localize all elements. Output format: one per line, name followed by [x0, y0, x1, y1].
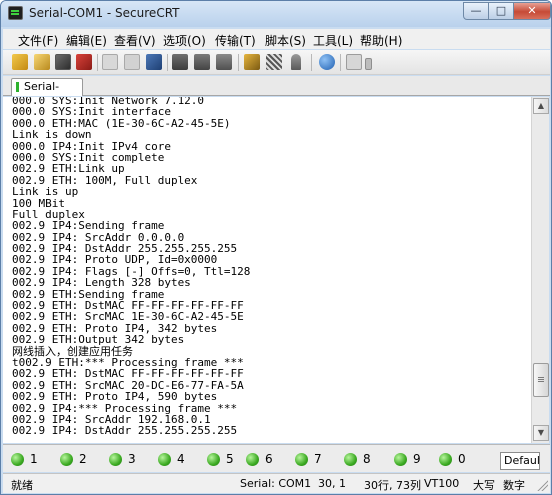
- terminal-line: 002.9 ETH:Output 342 bytes: [12, 333, 185, 347]
- connection-status-icon: [16, 82, 19, 92]
- green-led-icon: [11, 453, 24, 466]
- green-led-icon: [158, 453, 171, 466]
- status-rows-cols: 30行, 73列: [364, 479, 421, 492]
- green-led-icon: [295, 453, 308, 466]
- print-icon[interactable]: [172, 54, 188, 70]
- green-led-icon: [439, 453, 452, 466]
- find-icon[interactable]: [146, 54, 162, 70]
- green-led-icon: [207, 453, 220, 466]
- green-led-icon: [344, 453, 357, 466]
- status-bar: 就绪 Serial: COM1 30, 1 30行, 73列 VT100 大写 …: [3, 473, 550, 493]
- button-bar-dropdown[interactable]: Default: [500, 452, 540, 470]
- green-led-icon: [394, 453, 407, 466]
- paste-icon[interactable]: [124, 54, 140, 70]
- connect-icon[interactable]: [12, 54, 28, 70]
- toolbar-separator: [167, 54, 168, 71]
- minimize-button[interactable]: —: [463, 2, 489, 20]
- more-icon[interactable]: [346, 54, 362, 70]
- disconnect-icon[interactable]: [76, 54, 92, 70]
- menu-help[interactable]: 帮助(H): [360, 32, 402, 49]
- toolbar-separator: [97, 54, 98, 71]
- menu-options[interactable]: 选项(O): [163, 32, 206, 49]
- resize-grip-icon[interactable]: [536, 479, 548, 491]
- terminal-line: 002.9 IP4: DstAddr 255.255.255.255: [12, 424, 238, 438]
- menu-script[interactable]: 脚本(S): [265, 32, 306, 49]
- tab-serial-com1[interactable]: Serial-COM1: [11, 78, 83, 109]
- terminal-line: Link is down: [12, 128, 92, 142]
- scroll-thumb[interactable]: [533, 363, 549, 397]
- window-title: Serial-COM1 - SecureCRT: [29, 6, 180, 20]
- status-connection: Serial: COM1: [240, 477, 312, 490]
- copy-icon[interactable]: [102, 54, 118, 70]
- menu-file[interactable]: 文件(F): [18, 32, 58, 49]
- status-caps-lock: 大写: [473, 479, 495, 492]
- print-selection-icon[interactable]: [216, 54, 232, 70]
- securecrt-app-icon[interactable]: [8, 6, 23, 20]
- connect-in-tab-icon[interactable]: [55, 54, 71, 70]
- session-options-icon[interactable]: [244, 54, 260, 70]
- menu-transfer[interactable]: 传输(T): [215, 32, 256, 49]
- vertical-scrollbar[interactable]: ▲ ▼: [531, 97, 549, 443]
- scroll-up-icon[interactable]: ▲: [533, 98, 549, 114]
- close-button[interactable]: ✕: [513, 2, 551, 20]
- toolbar-overflow-icon[interactable]: [365, 58, 372, 70]
- green-led-icon: [246, 453, 259, 466]
- title-bar[interactable]: Serial-COM1 - SecureCRT — □ ✕: [1, 1, 551, 27]
- status-terminal-type: VT100: [424, 477, 460, 490]
- status-num-lock: 数字: [503, 479, 525, 492]
- terminal-line: 002.9 IP4:Sending frame: [12, 219, 165, 233]
- session-tab-strip: Serial-COM1: [3, 76, 550, 109]
- terminal-line: Link is up: [12, 185, 79, 199]
- menu-tools[interactable]: 工具(L): [313, 32, 353, 49]
- menu-edit[interactable]: 编辑(E): [66, 32, 107, 49]
- securecrt-window: Serial-COM1 - SecureCRT — □ ✕ 文件(F) 编辑(E…: [0, 0, 552, 495]
- terminal-lines: 000.0 SYS:Init Network 7.12.0 000.0 SYS:I…: [3, 97, 250, 437]
- sftp-icon[interactable]: [291, 54, 301, 70]
- print-setup-icon[interactable]: [194, 54, 210, 70]
- green-led-icon: [109, 453, 122, 466]
- toolbar-separator: [340, 54, 341, 71]
- keymap-icon[interactable]: [266, 54, 282, 70]
- terminal-line: 002.9 ETH: Proto IP4, 590 bytes: [12, 390, 218, 404]
- status-ready: 就绪: [11, 479, 33, 492]
- status-cursor-position: 30, 1: [318, 477, 346, 490]
- help-icon[interactable]: [319, 54, 335, 70]
- menu-bar: 文件(F) 编辑(E) 查看(V) 选项(O) 传输(T) 脚本(S) 工具(L…: [3, 29, 550, 49]
- toolbar: [3, 50, 550, 75]
- terminal-line: 002.9 IP4: Length 328 bytes: [12, 276, 191, 290]
- toolbar-separator: [238, 54, 239, 71]
- menu-view[interactable]: 查看(V): [114, 32, 156, 49]
- green-led-icon: [60, 453, 73, 466]
- toolbar-separator: [311, 54, 312, 71]
- terminal-output[interactable]: 000.0 SYS:Init Network 7.12.0 000.0 SYS:I…: [3, 97, 531, 443]
- session-button-bar: 1 2 3 4 5 6 7 8 9 0 Defaul: [3, 444, 550, 472]
- quick-connect-icon[interactable]: [34, 54, 50, 70]
- maximize-button[interactable]: □: [488, 2, 514, 20]
- scroll-down-icon[interactable]: ▼: [533, 425, 549, 441]
